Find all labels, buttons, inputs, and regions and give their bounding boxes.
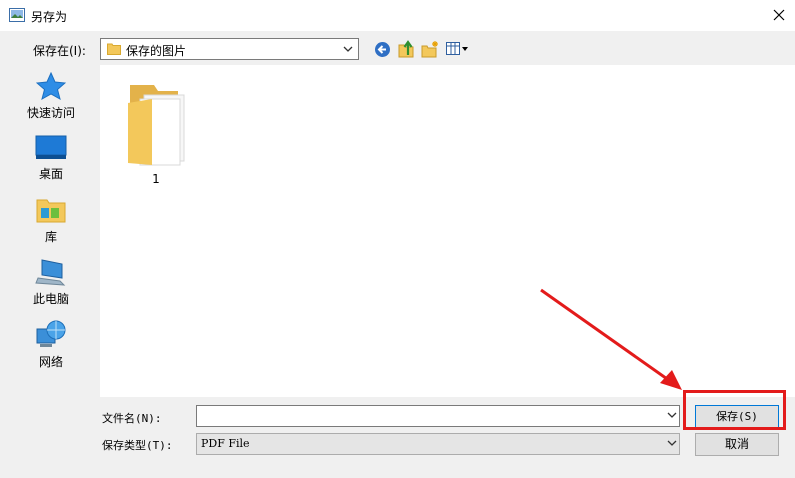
- library-icon: [36, 199, 66, 223]
- filetype-label: 保存类型(T):: [102, 439, 173, 452]
- file-item-label: 1: [152, 172, 160, 186]
- filetype-value: PDF File: [201, 437, 250, 450]
- folder-icon: [128, 85, 185, 166]
- network-icon: [36, 320, 66, 347]
- dialog-picture-icon: [9, 8, 25, 25]
- close-icon: [773, 9, 785, 21]
- window-title: 另存为: [31, 10, 68, 24]
- quick-access-star-icon: [36, 72, 66, 100]
- place-desktop[interactable]: 桌面: [16, 135, 86, 182]
- place-this-pc[interactable]: 此电脑: [16, 258, 86, 307]
- desktop-icon: [35, 135, 67, 159]
- location-value: 保存的图片: [126, 44, 187, 58]
- view-menu-icon[interactable]: [446, 41, 472, 60]
- file-item[interactable]: 1: [120, 79, 192, 186]
- filetype-select[interactable]: PDF File: [196, 433, 680, 455]
- filename-label: 文件名(N):: [102, 412, 162, 425]
- save-in-label: 保存在(I):: [33, 44, 86, 58]
- up-folder-icon[interactable]: [398, 40, 416, 61]
- title-bar: 另存为: [0, 0, 795, 31]
- place-label: 此电脑: [32, 292, 69, 306]
- chevron-down-icon[interactable]: [666, 437, 678, 452]
- cancel-button[interactable]: 取消: [695, 433, 779, 456]
- location-dropdown[interactable]: 保存的图片: [100, 38, 359, 60]
- new-folder-icon[interactable]: [421, 40, 439, 61]
- back-arrow-icon[interactable]: [374, 41, 391, 61]
- place-quick-access[interactable]: 快速访问: [16, 72, 86, 121]
- folder-icon: [107, 42, 121, 58]
- close-button[interactable]: [766, 4, 792, 26]
- file-list[interactable]: 1: [100, 65, 795, 397]
- chevron-down-icon[interactable]: [342, 43, 354, 58]
- place-network[interactable]: 网络: [16, 319, 86, 370]
- place-label: 桌面: [38, 167, 63, 181]
- place-library[interactable]: 库: [16, 196, 86, 245]
- place-label: 库: [44, 230, 57, 244]
- filename-input[interactable]: [196, 405, 680, 427]
- annotation-highlight-box: [683, 390, 786, 430]
- place-label: 快速访问: [26, 106, 75, 120]
- chevron-down-icon[interactable]: [666, 409, 678, 424]
- place-label: 网络: [38, 355, 63, 369]
- this-pc-icon: [35, 259, 66, 286]
